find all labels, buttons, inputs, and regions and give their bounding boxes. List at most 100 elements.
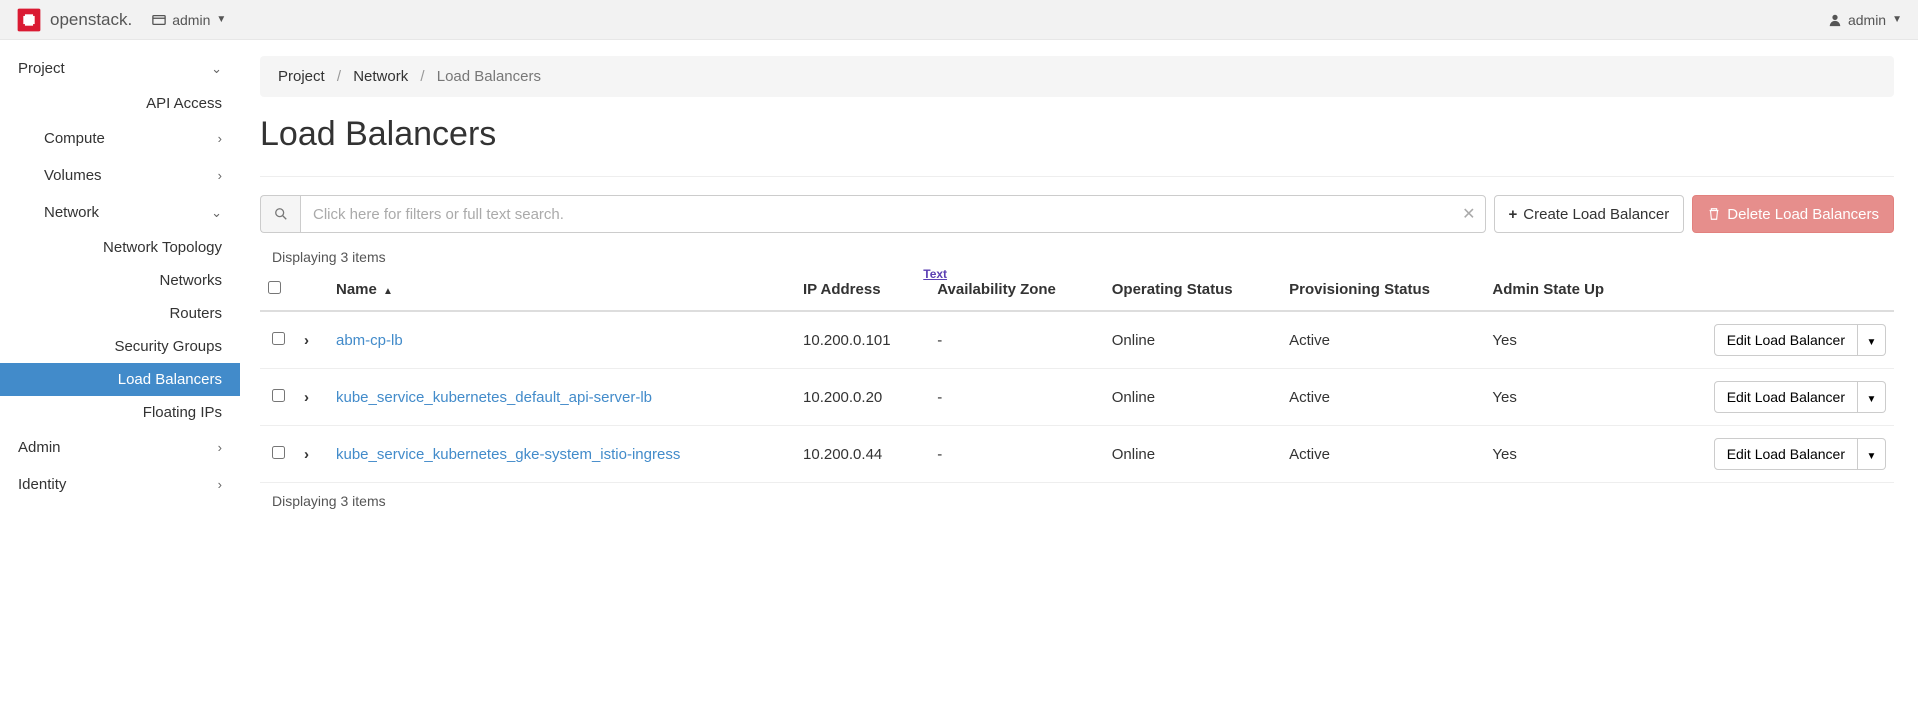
sidebar-item-load-balancers[interactable]: Load Balancers xyxy=(0,363,240,396)
sidebar-label: Identity xyxy=(18,476,66,493)
col-ip[interactable]: IP Address xyxy=(795,269,929,311)
display-count-bottom: Displaying 3 items xyxy=(260,482,1894,513)
row-actions-dropdown[interactable]: ▼ xyxy=(1858,438,1886,470)
table-row: › kube_service_kubernetes_gke-system_isti… xyxy=(260,426,1894,483)
breadcrumb-current: Load Balancers xyxy=(437,68,541,85)
sidebar-label: Volumes xyxy=(44,167,102,184)
row-checkbox[interactable] xyxy=(272,446,285,459)
sidebar-item-volumes[interactable]: Volumes › xyxy=(0,157,240,194)
chevron-right-icon: › xyxy=(218,477,222,492)
cell-admin-up: Yes xyxy=(1484,369,1649,426)
col-az[interactable]: Text Availability Zone xyxy=(929,269,1103,311)
divider xyxy=(260,176,1894,177)
sort-asc-icon: ▲ xyxy=(383,286,393,297)
chevron-right-icon: › xyxy=(218,131,222,146)
lb-name-link[interactable]: kube_service_kubernetes_default_api-serv… xyxy=(336,389,652,406)
openstack-logo-icon xyxy=(16,7,42,33)
user-icon xyxy=(1828,13,1842,27)
lb-name-link[interactable]: abm-cp-lb xyxy=(336,332,403,349)
breadcrumb-project[interactable]: Project xyxy=(278,68,325,85)
user-menu-label: admin xyxy=(1848,12,1886,28)
breadcrumb: Project / Network / Load Balancers xyxy=(260,56,1894,97)
col-name[interactable]: Name ▲ xyxy=(328,269,795,311)
col-admin-up[interactable]: Admin State Up xyxy=(1484,269,1649,311)
caret-down-icon: ▼ xyxy=(1867,394,1877,405)
table-area: Displaying 3 items Name ▲ IP Address xyxy=(260,245,1894,513)
row-checkbox[interactable] xyxy=(272,389,285,402)
plus-icon: + xyxy=(1509,206,1518,223)
chevron-down-icon: ⌄ xyxy=(211,61,222,77)
sidebar-item-security-groups[interactable]: Security Groups xyxy=(0,330,240,363)
sidebar-item-networks[interactable]: Networks xyxy=(0,264,240,297)
main-content: Project / Network / Load Balancers Load … xyxy=(240,40,1918,513)
cell-ip: 10.200.0.44 xyxy=(795,426,929,483)
sidebar-item-network[interactable]: Network ⌄ xyxy=(0,194,240,231)
col-actions xyxy=(1650,269,1894,311)
caret-down-icon: ▼ xyxy=(216,14,226,25)
expand-row-icon[interactable]: › xyxy=(304,446,309,463)
trash-icon xyxy=(1707,207,1721,221)
sidebar-item-identity[interactable]: Identity › xyxy=(0,466,240,503)
edit-load-balancer-button[interactable]: Edit Load Balancer xyxy=(1714,324,1858,356)
cell-op-status: Online xyxy=(1104,311,1281,369)
brand-text: openstack. xyxy=(50,10,132,30)
row-checkbox[interactable] xyxy=(272,332,285,345)
user-menu[interactable]: admin ▼ xyxy=(1828,12,1902,28)
sidebar: Project ⌄ API Access Compute › Volumes ›… xyxy=(0,40,240,513)
caret-down-icon: ▼ xyxy=(1867,451,1877,462)
chevron-right-icon: › xyxy=(218,440,222,455)
cell-az: - xyxy=(929,311,1103,369)
cell-prov-status: Active xyxy=(1281,369,1484,426)
chevron-right-icon: › xyxy=(218,168,222,183)
cell-op-status: Online xyxy=(1104,369,1281,426)
col-label: Availability Zone xyxy=(937,281,1056,298)
table-row: › kube_service_kubernetes_default_api-ser… xyxy=(260,369,1894,426)
edit-load-balancer-button[interactable]: Edit Load Balancer xyxy=(1714,381,1858,413)
button-label: Delete Load Balancers xyxy=(1727,206,1879,223)
brand[interactable]: openstack. xyxy=(16,7,132,33)
lb-name-link[interactable]: kube_service_kubernetes_gke-system_istio… xyxy=(336,446,680,463)
cell-admin-up: Yes xyxy=(1484,311,1649,369)
col-label: Name xyxy=(336,281,377,298)
search-icon xyxy=(274,207,288,221)
create-load-balancer-button[interactable]: + Create Load Balancer xyxy=(1494,195,1685,233)
expand-row-icon[interactable]: › xyxy=(304,332,309,349)
breadcrumb-network[interactable]: Network xyxy=(353,68,408,85)
col-select-all xyxy=(260,269,296,311)
breadcrumb-sep: / xyxy=(420,68,424,85)
cell-az: - xyxy=(929,426,1103,483)
search-input[interactable] xyxy=(300,195,1486,233)
search-button[interactable] xyxy=(260,195,300,233)
sidebar-item-api-access[interactable]: API Access xyxy=(0,87,240,120)
page-title: Load Balancers xyxy=(260,115,1918,154)
cell-ip: 10.200.0.101 xyxy=(795,311,929,369)
cell-op-status: Online xyxy=(1104,426,1281,483)
table-row: › abm-cp-lb 10.200.0.101-OnlineActiveYes Ed… xyxy=(260,311,1894,369)
button-label: Create Load Balancer xyxy=(1523,206,1669,223)
sidebar-item-routers[interactable]: Routers xyxy=(0,297,240,330)
top-navbar: openstack. admin ▼ admin ▼ xyxy=(0,0,1918,40)
sidebar-item-project[interactable]: Project ⌄ xyxy=(0,50,240,87)
load-balancer-table: Name ▲ IP Address Text Availability Zone… xyxy=(260,269,1894,482)
project-selector[interactable]: admin ▼ xyxy=(152,12,226,28)
col-prov-status[interactable]: Provisioning Status xyxy=(1281,269,1484,311)
display-count-top: Displaying 3 items xyxy=(260,245,1894,269)
cell-prov-status: Active xyxy=(1281,311,1484,369)
delete-load-balancers-button[interactable]: Delete Load Balancers xyxy=(1692,195,1894,233)
project-icon xyxy=(152,13,166,27)
sidebar-item-compute[interactable]: Compute › xyxy=(0,120,240,157)
edit-load-balancer-button[interactable]: Edit Load Balancer xyxy=(1714,438,1858,470)
sidebar-item-floating-ips[interactable]: Floating IPs xyxy=(0,396,240,429)
sidebar-item-admin[interactable]: Admin › xyxy=(0,429,240,466)
row-actions-dropdown[interactable]: ▼ xyxy=(1858,324,1886,356)
col-op-status[interactable]: Operating Status xyxy=(1104,269,1281,311)
toolbar: ✕ + Create Load Balancer Delete Load Bal… xyxy=(260,195,1894,233)
sidebar-label: Compute xyxy=(44,130,105,147)
clear-search-icon[interactable]: ✕ xyxy=(1462,204,1475,224)
sidebar-label: Admin xyxy=(18,439,61,456)
expand-row-icon[interactable]: › xyxy=(304,389,309,406)
row-actions-dropdown[interactable]: ▼ xyxy=(1858,381,1886,413)
select-all-checkbox[interactable] xyxy=(268,281,281,294)
sidebar-item-network-topology[interactable]: Network Topology xyxy=(0,231,240,264)
table-header-row: Name ▲ IP Address Text Availability Zone… xyxy=(260,269,1894,311)
